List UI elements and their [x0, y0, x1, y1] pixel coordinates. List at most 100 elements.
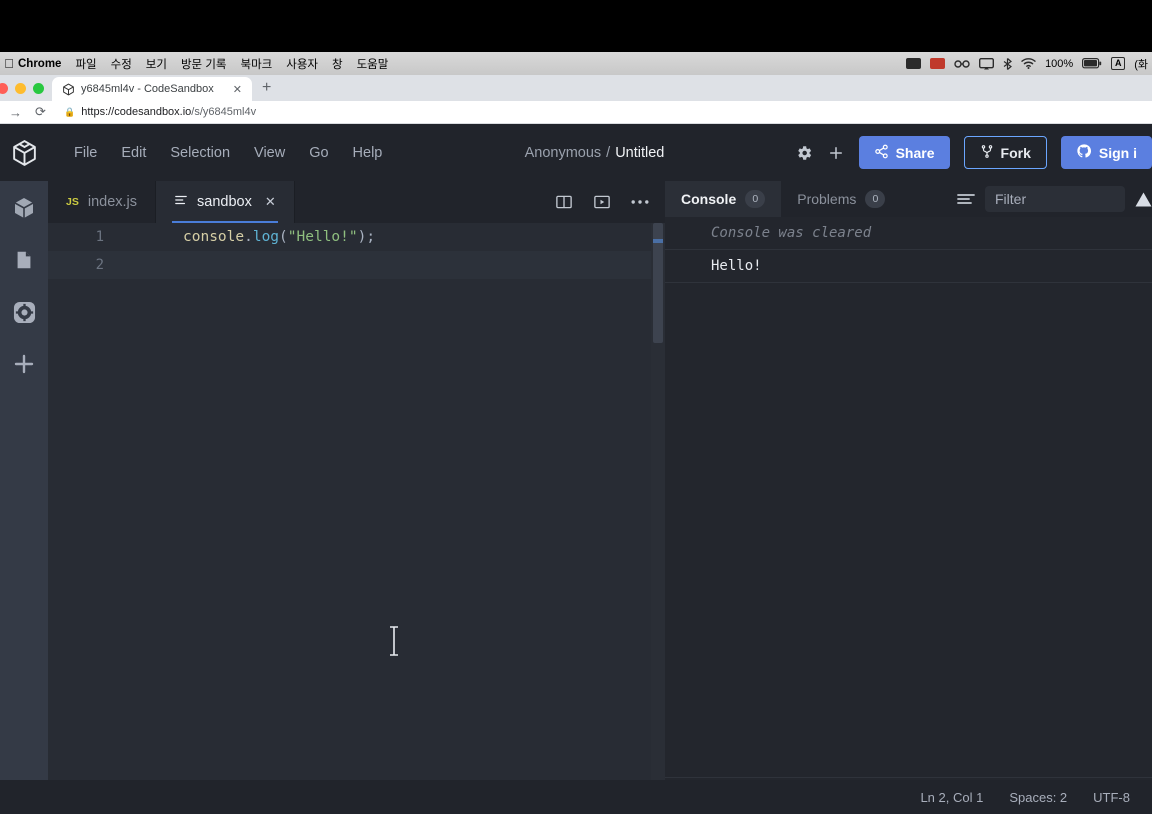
token-string: "Hello!": [287, 229, 358, 245]
editor-tab-index-js[interactable]: JS index.js: [48, 181, 157, 223]
js-icon: JS: [66, 196, 79, 208]
tab-console-label: Console: [681, 191, 737, 207]
config-icon: [174, 193, 188, 211]
cube-icon[interactable]: [9, 193, 39, 223]
tab-console[interactable]: Console 0: [665, 181, 782, 217]
bluetooth-icon[interactable]: [1003, 57, 1013, 71]
plus-icon[interactable]: [9, 349, 39, 379]
macos-menu-window[interactable]: 창: [332, 56, 343, 72]
close-icon[interactable]: ✕: [265, 194, 276, 210]
url-domain: https://codesandbox.io: [81, 106, 192, 118]
workspace-breadcrumb: Anonymous / Untitled: [525, 145, 665, 161]
share-button[interactable]: Share: [858, 136, 950, 169]
sandbox-name[interactable]: Untitled: [615, 145, 664, 161]
gear-icon[interactable]: [795, 144, 813, 162]
problems-count-badge: 0: [865, 190, 886, 208]
browser-tab[interactable]: y6845ml4v - CodeSandbox ✕: [52, 77, 252, 101]
glasses-icon[interactable]: [954, 57, 970, 71]
url-path: /s/y6845ml4v: [191, 106, 257, 118]
gear-icon[interactable]: [9, 297, 39, 327]
window-maximize-button[interactable]: [33, 83, 44, 94]
file-icon[interactable]: [9, 245, 39, 275]
plus-icon[interactable]: [827, 144, 845, 162]
app-menu-bar: File Edit Selection View Go Help: [62, 139, 394, 167]
editor-tab-sandbox[interactable]: sandbox ✕: [156, 181, 295, 223]
workspace-owner[interactable]: Anonymous: [525, 145, 602, 161]
wifi-icon[interactable]: [1021, 57, 1036, 71]
preview-icon[interactable]: [593, 193, 611, 211]
macos-menu-history[interactable]: 방문 기록: [181, 56, 227, 72]
macos-menu-help[interactable]: 도움말: [357, 56, 389, 72]
signin-button[interactable]: Sign i: [1060, 136, 1152, 169]
recording-icon[interactable]: [930, 57, 946, 71]
console-pane: Console 0 Problems 0 Console was cleared…: [665, 181, 1152, 814]
display-icon[interactable]: [906, 57, 922, 71]
filter-input[interactable]: [985, 186, 1125, 212]
token-punctuation: ;: [366, 229, 376, 245]
battery-percent[interactable]: 100%: [1045, 58, 1073, 70]
editor-tab-actions: [555, 181, 665, 223]
editor-pane: JS index.js sandbox ✕ 1 console.log("Hel…: [48, 181, 665, 814]
console-tools: [957, 181, 1152, 217]
indentation-setting[interactable]: Spaces: 2: [1009, 790, 1067, 805]
console-output: Console was cleared Hello!: [665, 217, 1152, 777]
editor-scrollbar[interactable]: [651, 223, 665, 814]
forward-arrow-icon[interactable]: →: [8, 105, 23, 120]
header-actions: Share Fork Sign i: [795, 136, 1152, 169]
menubar-app-name[interactable]: Chrome: [18, 58, 61, 70]
macos-menu-bookmarks[interactable]: 북마크: [240, 56, 272, 72]
window-close-button[interactable]: [0, 83, 8, 94]
menu-file[interactable]: File: [62, 139, 109, 167]
apple-icon[interactable]: : [2, 56, 16, 71]
menu-edit[interactable]: Edit: [109, 139, 158, 167]
split-pane-icon[interactable]: [555, 193, 573, 211]
filter-lines-icon[interactable]: [957, 192, 975, 206]
macos-menu-view[interactable]: 보기: [146, 56, 167, 72]
menu-help[interactable]: Help: [341, 139, 395, 167]
editor-tab-label: sandbox: [197, 194, 252, 210]
menu-view[interactable]: View: [242, 139, 297, 167]
scrollbar-marker: [653, 239, 663, 243]
fork-button-label: Fork: [1000, 144, 1031, 161]
warning-icon[interactable]: [1135, 192, 1152, 207]
fork-button[interactable]: Fork: [963, 136, 1047, 169]
menu-selection[interactable]: Selection: [158, 139, 242, 167]
window-controls: [0, 83, 44, 101]
breadcrumb-separator: /: [606, 144, 611, 161]
token-method: log: [252, 229, 280, 245]
token-punctuation: .: [244, 229, 253, 245]
menubar-datetime[interactable]: (화: [1134, 56, 1148, 72]
menu-go[interactable]: Go: [297, 139, 340, 167]
airplay-icon[interactable]: [979, 57, 995, 71]
code-editor[interactable]: 1 console.log("Hello!"); 2: [48, 223, 665, 814]
macos-menu-file[interactable]: 파일: [75, 56, 96, 72]
token-identifier: console: [183, 229, 245, 245]
battery-icon[interactable]: [1082, 57, 1102, 71]
code-line[interactable]: 2: [48, 251, 665, 279]
address-bar[interactable]: 🔒 https://codesandbox.io/s/y6845ml4v: [58, 104, 1152, 121]
github-icon: [1076, 143, 1092, 162]
browser-tab-strip: y6845ml4v - CodeSandbox ✕ +: [0, 75, 1152, 101]
macos-menu-profiles[interactable]: 사용자: [286, 56, 318, 72]
cursor-position[interactable]: Ln 2, Col 1: [920, 790, 983, 805]
app-header: File Edit Selection View Go Help Anonymo…: [0, 124, 1152, 181]
input-source-indicator[interactable]: A: [1111, 57, 1126, 70]
codesandbox-cube-icon[interactable]: [0, 139, 48, 166]
more-icon[interactable]: [631, 199, 649, 205]
browser-toolbar: → ⟳ 🔒 https://codesandbox.io/s/y6845ml4v: [0, 101, 1152, 124]
lock-icon: 🔒: [64, 106, 76, 117]
share-button-label: Share: [895, 144, 935, 161]
file-encoding[interactable]: UTF-8: [1093, 790, 1130, 805]
console-message: Console was cleared: [665, 217, 1152, 250]
codesandbox-app: File Edit Selection View Go Help Anonymo…: [0, 124, 1152, 814]
close-icon[interactable]: ✕: [231, 83, 244, 96]
code-line[interactable]: 1 console.log("Hello!");: [48, 223, 665, 251]
window-minimize-button[interactable]: [15, 83, 26, 94]
codesandbox-favicon: [62, 83, 75, 96]
share-icon: [874, 144, 889, 162]
plus-icon[interactable]: +: [262, 79, 271, 101]
tab-problems[interactable]: Problems 0: [781, 181, 901, 217]
reload-icon[interactable]: ⟳: [33, 104, 48, 120]
browser-tab-title: y6845ml4v - CodeSandbox: [81, 83, 214, 95]
macos-menu-edit[interactable]: 수정: [111, 56, 132, 72]
